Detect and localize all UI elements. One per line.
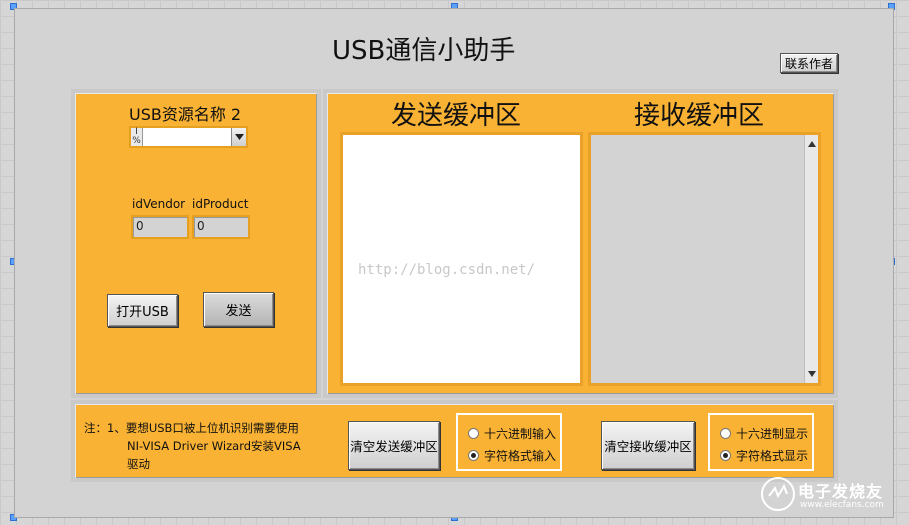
radio-char-input[interactable] (468, 450, 479, 461)
receive-buffer-title: 接收缓冲区 (634, 101, 765, 131)
elecfans-logo-url: www.elecfans.com (800, 500, 884, 510)
send-buffer-title: 发送缓冲区 (391, 101, 522, 131)
radio-char-display[interactable] (720, 450, 731, 461)
scroll-up-icon[interactable] (808, 141, 816, 147)
scroll-down-icon[interactable] (808, 371, 816, 377)
usb-resource-select[interactable]: I% (129, 126, 248, 148)
send-mode-radio-group: 十六进制输入 字符格式输入 (456, 413, 562, 471)
radio-char-display-label: 字符格式显示 (736, 449, 809, 463)
radio-char-input-label: 字符格式输入 (484, 449, 557, 463)
visa-io-icon: I% (131, 128, 143, 146)
elecfans-logo-text: 电子发烧友 (798, 482, 884, 501)
send-buffer-textarea[interactable] (340, 132, 583, 386)
radio-hex-input[interactable] (468, 428, 479, 439)
usb-resource-label: USB资源名称 2 (129, 105, 242, 124)
send-button[interactable]: 发送 (203, 292, 274, 327)
receive-buffer-scrollbar[interactable] (804, 135, 818, 383)
receive-mode-radio-group: 十六进制显示 字符格式显示 (708, 413, 814, 471)
watermark-url: http://blog.csdn.net/ (358, 262, 536, 278)
radio-hex-input-label: 十六进制输入 (484, 427, 557, 441)
radio-hex-display[interactable] (720, 428, 731, 439)
clear-send-buffer-button[interactable]: 清空发送缓冲区 (348, 421, 440, 470)
radio-hex-display-label: 十六进制显示 (736, 427, 809, 441)
clear-receive-buffer-button[interactable]: 清空接收缓冲区 (601, 421, 695, 470)
note-line-2: NI-VISA Driver Wizard安装VISA (127, 439, 301, 453)
open-usb-button[interactable]: 打开USB (107, 294, 178, 327)
id-product-field[interactable]: 0 (192, 215, 250, 239)
elecfans-logo: 电子发烧友 www.elecfans.com (760, 476, 900, 520)
usb-resource-value (145, 129, 229, 145)
page-title: USB通信小助手 (332, 36, 516, 66)
id-vendor-label: idVendor (132, 197, 186, 211)
note-line-1: 注：1、要想USB口被上位机识别需要使用 (84, 421, 299, 435)
dropdown-arrow-button[interactable] (231, 128, 246, 146)
receive-buffer-textarea[interactable] (588, 132, 821, 386)
chevron-down-icon (234, 134, 244, 140)
note-line-3: 驱动 (127, 457, 150, 471)
id-product-label: idProduct (192, 197, 249, 211)
contact-author-button[interactable]: 联系作者 (780, 53, 838, 73)
id-vendor-field[interactable]: 0 (131, 215, 189, 239)
elecfans-logo-icon (761, 477, 795, 511)
